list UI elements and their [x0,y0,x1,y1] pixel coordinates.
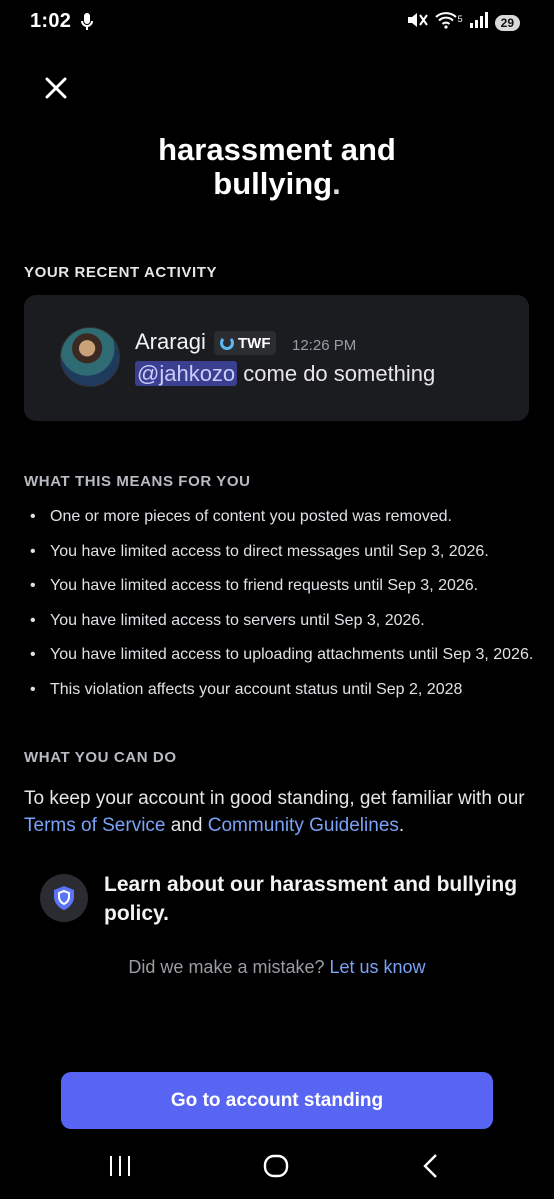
page-title: harassment and bullying. [0,133,554,201]
mistake-text: Did we make a mistake? [128,957,330,977]
list-item: You have limited access to uploading att… [30,643,533,678]
shield-icon [40,874,88,922]
let-us-know-link[interactable]: Let us know [330,957,426,977]
list-item: One or more pieces of content you posted… [30,505,533,540]
title-line-2: bullying. [0,167,554,201]
recent-apps-icon[interactable] [108,1154,132,1183]
message-text: come do something [237,361,436,386]
list-item: You have limited access to friend reques… [30,574,533,609]
user-mention: @jahkozo [135,361,238,386]
harassment-policy-link[interactable]: Learn about our harassment and bullying … [40,868,520,938]
back-icon[interactable] [420,1153,442,1184]
account-standing-button[interactable]: Go to account standing [61,1072,493,1129]
mute-vibrate-icon [406,11,428,34]
close-icon [45,77,67,99]
community-guidelines-link[interactable]: Community Guidelines [208,815,399,836]
server-tag-label: TWF [238,334,271,352]
terms-of-service-link[interactable]: Terms of Service [24,815,165,836]
signal-icon [469,12,489,33]
can-do-text-and: and [165,815,208,836]
home-icon[interactable] [263,1153,289,1184]
server-tag-icon [220,336,234,350]
can-do-text-start: To keep your account in good standing, g… [24,788,525,809]
title-period: . [332,166,341,201]
status-bar: 1:02 5 29 [0,0,554,44]
close-button[interactable] [40,72,72,104]
status-time: 1:02 [30,10,72,32]
can-do-text-end: . [398,815,405,836]
mistake-prompt: Did we make a mistake? Let us know [0,957,554,978]
status-icons: 5 29 [406,11,520,34]
policy-text: Learn about our harassment and bullying … [104,873,518,925]
system-nav-bar [0,1140,554,1190]
message-body: @jahkozo come do something [135,361,435,387]
title-line-2-text: bullying [213,166,333,201]
can-do-text: To keep your account in good standing, g… [24,785,534,839]
consequence-list: One or more pieces of content you posted… [30,505,533,712]
wifi-icon [434,11,458,34]
list-item: You have limited access to servers until… [30,609,533,644]
recent-activity-label: YOUR RECENT ACTIVITY [24,264,218,281]
server-tag-badge: TWF [214,331,277,355]
microphone-icon [80,12,94,37]
list-item: You have limited access to direct messag… [30,540,533,575]
can-do-label: WHAT YOU CAN DO [24,749,177,766]
means-label: WHAT THIS MEANS FOR YOU [24,473,251,490]
title-line-1: harassment and [158,132,396,167]
wifi-band-label: 5 [457,13,463,24]
list-item: This violation affects your account stat… [30,678,533,713]
battery-indicator: 29 [494,14,520,31]
avatar [60,327,120,387]
message-author: Araragi [135,329,206,354]
message-timestamp: 12:26 PM [292,337,357,354]
recent-message-card: Araragi TWF 12:26 PM @jahkozo come do so… [24,295,529,421]
